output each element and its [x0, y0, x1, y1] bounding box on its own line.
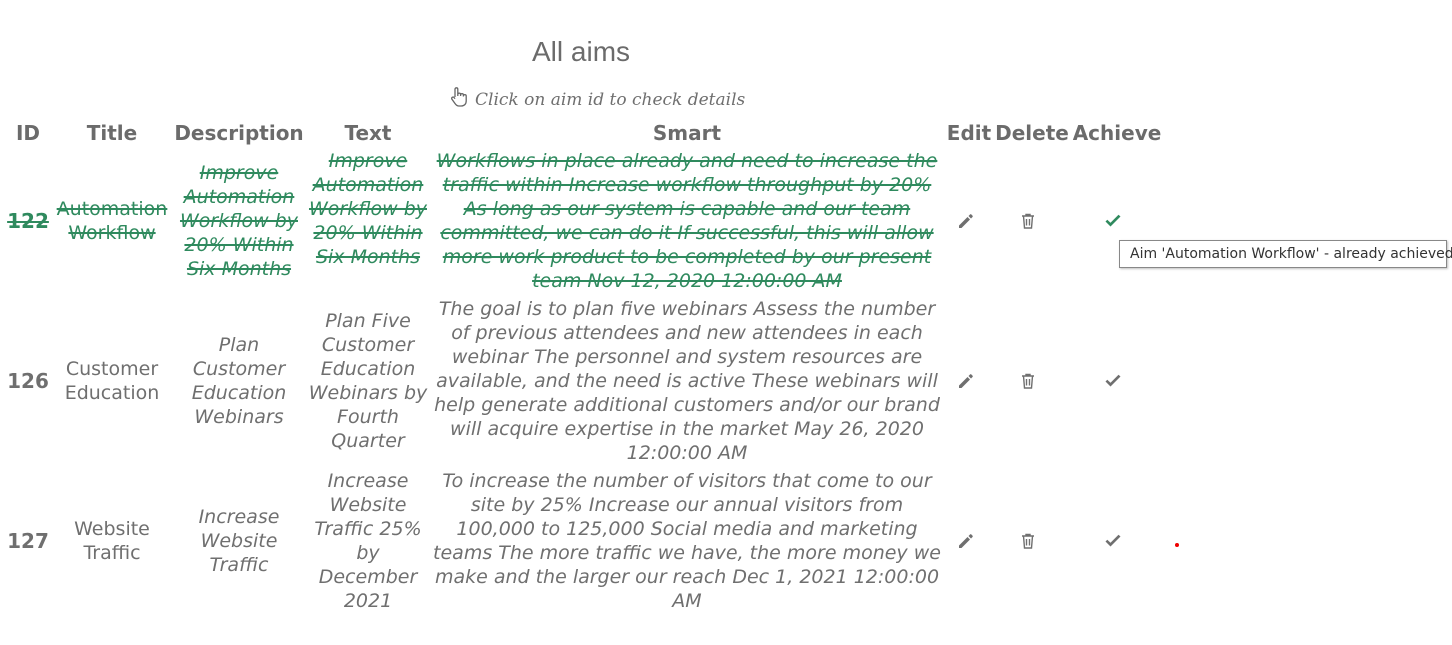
pointing-hand-icon: [449, 86, 469, 113]
aim-text: Improve Automation Workflow by 20% Withi…: [308, 150, 427, 268]
page-title: All aims: [532, 36, 631, 67]
aim-smart: Workflows in place already and need to i…: [436, 150, 938, 292]
achieved-tooltip: Aim 'Automation Workflow' - already achi…: [1119, 240, 1452, 268]
header-text: Text: [344, 121, 392, 145]
delete-trash-icon[interactable]: [1017, 210, 1039, 232]
aim-description: Improve Automation Workflow by 20% Withi…: [179, 162, 298, 280]
edit-pencil-icon[interactable]: [955, 210, 977, 232]
aim-text: Increase Website Traffic 25% by December…: [314, 470, 422, 612]
delete-trash-icon[interactable]: [1017, 370, 1039, 392]
aim-title: Automation Workflow: [56, 198, 168, 244]
header-smart: Smart: [652, 121, 722, 145]
details-hint: Click on aim id to check details: [449, 86, 745, 113]
aim-id-link[interactable]: 122: [0, 209, 56, 233]
aim-text: Plan Five Customer Education Webinars by…: [308, 310, 428, 452]
delete-trash-icon[interactable]: [1017, 530, 1039, 552]
achieve-checkmark-icon[interactable]: [1102, 530, 1124, 552]
aim-description: Increase Website Traffic: [198, 506, 280, 576]
edit-pencil-icon[interactable]: [955, 530, 977, 552]
header-achieve: Achieve: [1072, 121, 1162, 145]
aim-description: Plan Customer Education Webinars: [191, 334, 287, 428]
edit-pencil-icon[interactable]: [955, 370, 977, 392]
aim-id-link[interactable]: 127: [0, 529, 56, 553]
red-dot-marker: [1175, 543, 1179, 547]
aim-smart: To increase the number of visitors that …: [433, 470, 941, 612]
header-delete: Delete: [995, 121, 1069, 145]
aim-title: Customer Education: [64, 358, 160, 404]
header-title: Title: [86, 121, 138, 145]
aim-title: Website Traffic: [74, 518, 150, 564]
header-edit: Edit: [946, 121, 992, 145]
aim-smart: The goal is to plan five webinars Assess…: [434, 298, 940, 464]
hint-text: Click on aim id to check details: [475, 89, 746, 110]
header-id: ID: [15, 121, 41, 145]
achieve-checkmark-icon[interactable]: [1102, 210, 1124, 232]
header-description: Description: [174, 121, 304, 145]
achieve-checkmark-icon[interactable]: [1102, 370, 1124, 392]
aim-id-link[interactable]: 126: [0, 369, 56, 393]
